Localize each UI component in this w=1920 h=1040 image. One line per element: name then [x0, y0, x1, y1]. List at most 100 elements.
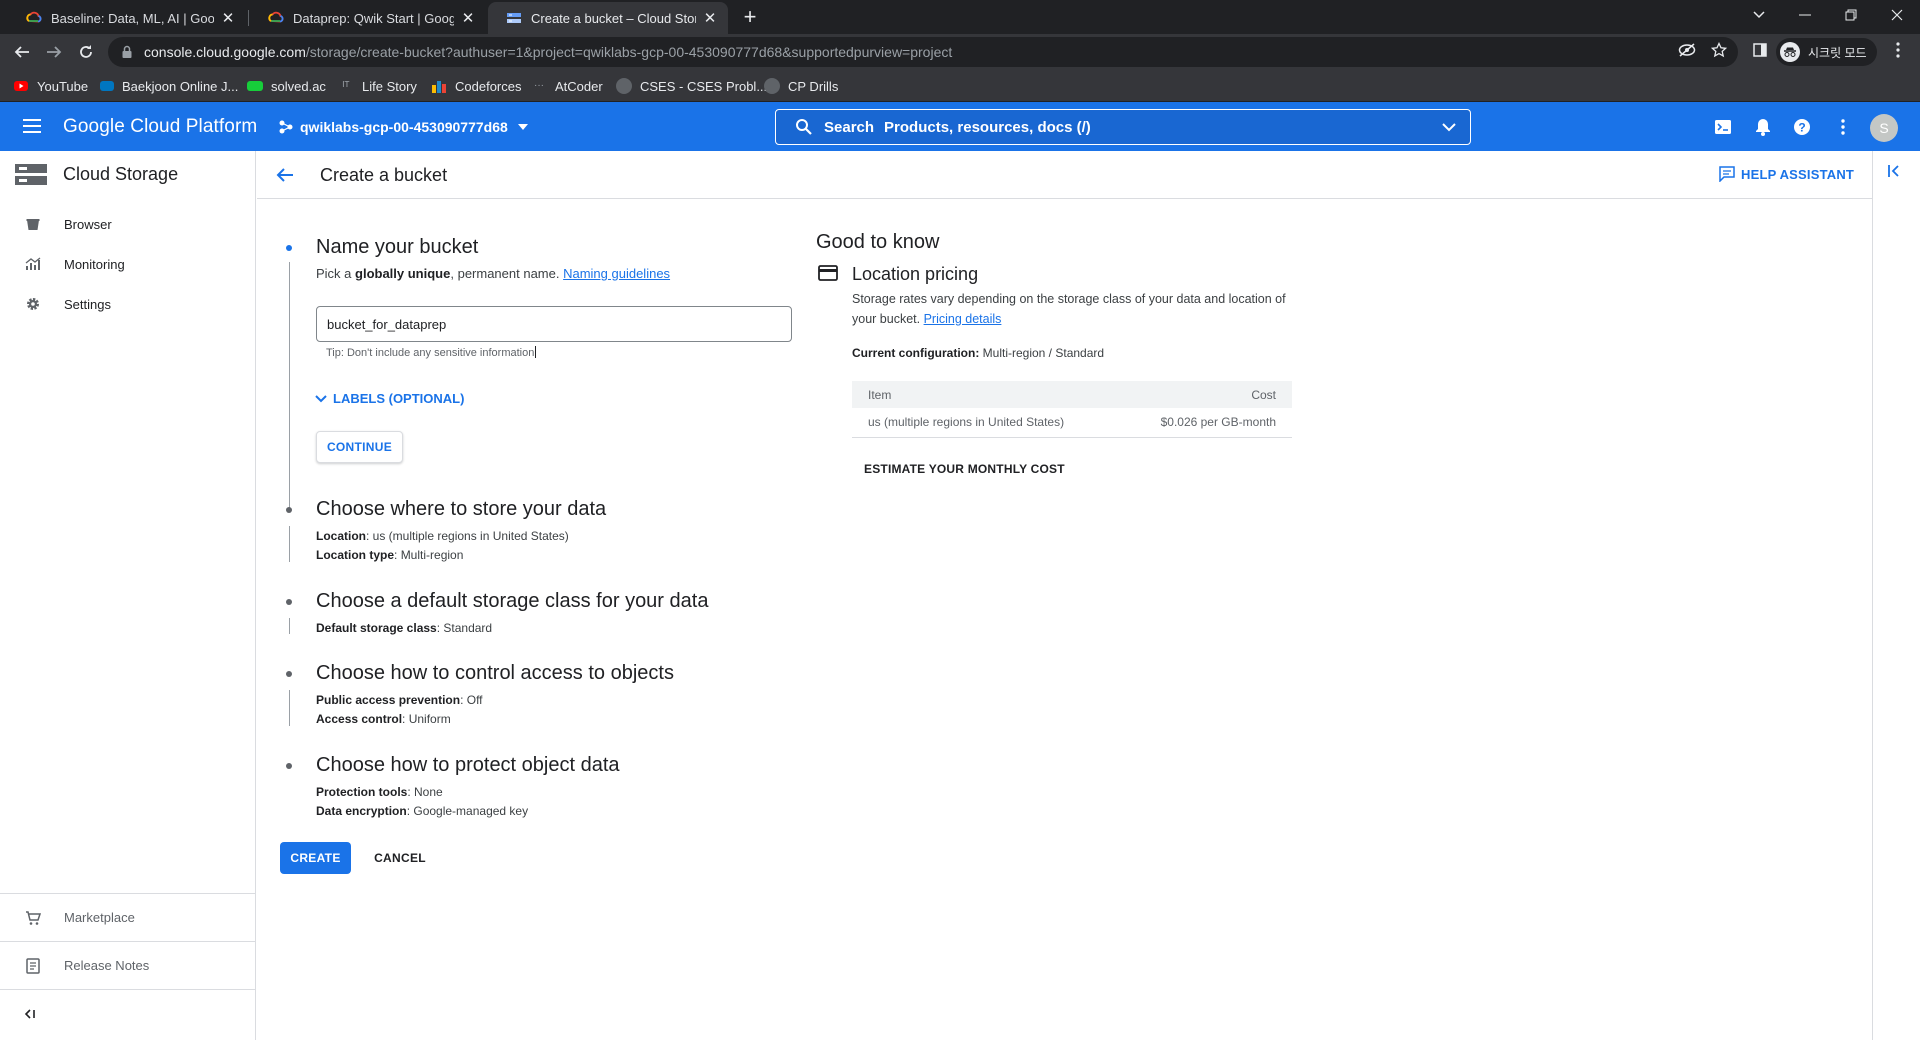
naming-guidelines-link[interactable]: Naming guidelines [563, 266, 670, 281]
sidebar-item-label: Monitoring [64, 256, 125, 272]
step-summary-line: Default storage class: Standard [316, 621, 493, 635]
help-assistant-button[interactable]: HELP ASSISTANT [1719, 166, 1854, 182]
config-label: Current configuration: [852, 346, 980, 360]
bookmarks-bar: YouTube Baekjoon Online J... solved.ac ᴵ… [0, 70, 1920, 102]
bookmark-life-story[interactable]: ᴵᵀ Life Story [338, 77, 417, 95]
summary-key: Location type [316, 548, 395, 562]
estimate-monthly-cost-button[interactable]: ESTIMATE YOUR MONTHLY COST [864, 462, 1065, 476]
browser-tab[interactable]: Baseline: Data, ML, AI | Google ✕ [8, 2, 246, 34]
expand-panel-icon[interactable] [1887, 164, 1901, 178]
search-placeholder: Products, resources, docs (/) [884, 118, 1091, 136]
table-cell: us (multiple regions in United States) [852, 408, 1120, 438]
bucket-name-input[interactable] [316, 306, 792, 342]
help-assistant-label: HELP ASSISTANT [1741, 166, 1855, 182]
close-icon[interactable]: ✕ [702, 10, 718, 27]
step-indicator [286, 599, 292, 605]
address-bar[interactable]: console.cloud.google.com/storage/create-… [108, 37, 1738, 67]
sidebar-item-release-notes[interactable]: Release Notes [0, 941, 255, 989]
summary-value: Uniform [408, 712, 451, 726]
step-connector [289, 262, 290, 512]
sidebar-item-monitoring[interactable]: Monitoring [0, 244, 255, 284]
pricing-details-link[interactable]: Pricing details [924, 312, 1002, 326]
continue-button[interactable]: CONTINUE [316, 431, 403, 463]
create-button[interactable]: CREATE [280, 842, 351, 874]
notifications-icon[interactable] [1751, 115, 1775, 139]
avatar[interactable]: S [1870, 114, 1898, 142]
back-icon[interactable] [8, 38, 36, 66]
sidebar-footer: Marketplace Release Notes [0, 893, 255, 1037]
summary-key: Public access prevention [316, 693, 461, 707]
bookmark-cses[interactable]: CSES - CSES Probl... [616, 77, 767, 95]
bookmark-youtube[interactable]: YouTube [13, 77, 88, 95]
sidebar-item-label: Release Notes [64, 958, 150, 973]
storage-icon [507, 13, 521, 23]
sidebar-item-marketplace[interactable]: Marketplace [0, 893, 255, 941]
tab-search-icon[interactable] [1736, 0, 1782, 30]
search-icon [796, 119, 812, 135]
browser-tab[interactable]: Dataprep: Qwik Start | Google C ✕ [250, 2, 486, 34]
bookmark-baekjoon[interactable]: Baekjoon Online J... [100, 77, 238, 95]
reload-icon[interactable] [72, 38, 100, 66]
chevron-down-icon [517, 124, 528, 130]
sidebar-item-browser[interactable]: Browser [0, 204, 255, 244]
pricing-table: Item Cost us (multiple regions in United… [852, 381, 1292, 438]
bookmark-solvedac[interactable]: solved.ac [247, 77, 326, 95]
bucket-icon [24, 215, 42, 233]
step-title[interactable]: Choose where to store your data [316, 498, 606, 521]
forward-icon[interactable] [40, 38, 68, 66]
page-title: Create a bucket [320, 165, 448, 185]
lock-icon [122, 45, 132, 58]
bookmark-atcoder[interactable]: ··· AtCoder [531, 77, 603, 95]
step-title[interactable]: Choose a default storage class for your … [316, 590, 708, 613]
tracking-protection-icon[interactable] [1677, 40, 1697, 60]
browser-menu-icon[interactable] [1888, 40, 1908, 60]
side-panel-icon[interactable] [1750, 40, 1770, 60]
atcoder-icon: ··· [534, 80, 544, 91]
window-close-icon[interactable] [1874, 0, 1920, 30]
step-description: Pick a globally unique, permanent name. … [316, 266, 670, 281]
step-title[interactable]: Choose how to control access to objects [316, 662, 674, 685]
restore-icon[interactable] [1828, 0, 1874, 30]
gcp-brand[interactable]: Google Cloud Platform [63, 116, 257, 138]
gcp-top-bar: Google Cloud Platform qwiklabs-gcp-00-45… [0, 102, 1920, 151]
sidebar-item-label: Settings [64, 296, 111, 312]
new-tab-button[interactable]: + [738, 4, 762, 29]
cancel-button[interactable]: CANCEL [363, 842, 437, 874]
current-configuration: Current configuration: Multi-region / St… [852, 346, 1104, 360]
close-icon[interactable]: ✕ [460, 10, 476, 27]
step-title[interactable]: Choose how to protect object data [316, 754, 620, 777]
cloud-shell-icon[interactable] [1711, 115, 1735, 139]
solvedac-icon [247, 81, 263, 91]
labels-toggle[interactable]: LABELS (OPTIONAL) [314, 391, 464, 406]
collapse-sidebar-button[interactable] [0, 989, 255, 1037]
monitoring-icon [24, 255, 42, 273]
sidebar-item-label: Browser [64, 216, 112, 232]
sidebar-item-settings[interactable]: Settings [0, 284, 255, 324]
bookmark-label: Baekjoon Online J... [122, 78, 239, 94]
menu-icon[interactable] [20, 114, 44, 138]
bookmark-codeforces[interactable]: Codeforces [431, 77, 521, 95]
bookmark-star-icon[interactable] [1709, 40, 1729, 60]
step-summary-line: Access control: Uniform [316, 712, 451, 726]
help-icon[interactable]: ? [1790, 115, 1814, 139]
chevron-down-icon[interactable] [1440, 118, 1458, 136]
cart-icon [24, 909, 42, 927]
step-connector [289, 618, 290, 634]
browser-tab-active[interactable]: Create a bucket – Cloud Storage ✕ [488, 2, 728, 34]
bookmark-label: Codeforces [455, 78, 522, 94]
good-to-know-title: Good to know [816, 231, 940, 253]
search-input[interactable]: Search Products, resources, docs (/) [775, 109, 1471, 145]
bookmark-label: AtCoder [555, 78, 603, 94]
close-icon[interactable]: ✕ [220, 10, 236, 27]
step-connector [289, 526, 290, 562]
step-summary-line: Protection tools: None [316, 785, 443, 799]
more-vert-icon[interactable] [1831, 115, 1855, 139]
step-summary-line: Data encryption: Google-managed key [316, 804, 529, 818]
credit-card-icon [818, 265, 838, 281]
project-picker[interactable]: qwiklabs-gcp-00-453090777d68 [278, 114, 528, 140]
labels-toggle-label: LABELS (OPTIONAL) [333, 391, 465, 406]
back-arrow-icon[interactable] [273, 163, 297, 187]
bookmark-cp-drills[interactable]: CP Drills [764, 77, 838, 95]
incognito-profile-button[interactable]: 시크릿 모드 [1776, 38, 1877, 66]
minimize-icon[interactable] [1782, 0, 1828, 30]
